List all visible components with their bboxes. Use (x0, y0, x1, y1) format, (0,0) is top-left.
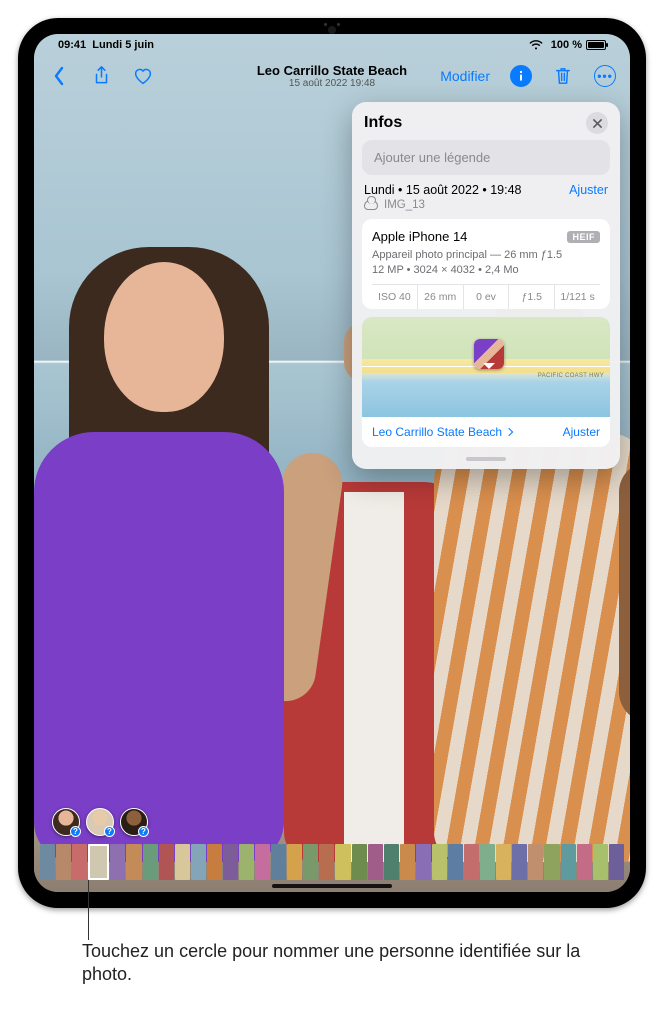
resolution-line: 12 MP • 3024 × 4032 • 2,4 Mo (372, 263, 600, 278)
thumbnail[interactable] (271, 844, 286, 880)
thumbnail[interactable] (126, 844, 141, 880)
photo-datetime-subtitle: 15 août 2022 19:48 (34, 78, 630, 89)
thumbnail[interactable] (368, 844, 383, 880)
thumbnail[interactable] (609, 844, 624, 880)
photo-location-title: Leo Carrillo State Beach (34, 63, 630, 78)
callout-text: Touchez un cercle pour nommer une person… (82, 940, 635, 987)
thumbnail[interactable] (496, 844, 511, 880)
thumbnail[interactable] (319, 844, 334, 880)
map-road-label: PACIFIC COAST HWY (538, 373, 604, 379)
back-button[interactable] (48, 65, 70, 87)
info-panel: Infos Ajouter une légende Lundi • 15 aoû… (352, 102, 620, 469)
favorite-button[interactable] (132, 65, 154, 87)
battery-icon (586, 40, 606, 50)
identified-people-row: ? ? ? (52, 808, 148, 836)
adjust-date-button[interactable]: Ajuster (569, 183, 608, 197)
thumbnail[interactable] (287, 844, 302, 880)
thumbnail[interactable] (400, 844, 415, 880)
cloud-icon (364, 200, 378, 210)
more-button[interactable]: ••• (594, 65, 616, 87)
exif-shutter: 1/121 s (555, 285, 600, 309)
thumbnail-strip[interactable] (34, 844, 630, 880)
edit-button[interactable]: Modifier (440, 68, 490, 84)
status-date: Lundi 5 juin (92, 39, 154, 51)
caption-field[interactable]: Ajouter une légende (362, 140, 610, 175)
person-circle[interactable]: ? (52, 808, 80, 836)
thumbnail[interactable] (384, 844, 399, 880)
exif-aperture: ƒ1.5 (509, 285, 555, 309)
exif-focal: 26 mm (418, 285, 464, 309)
info-panel-close-button[interactable] (586, 112, 608, 134)
name-badge-icon: ? (104, 826, 115, 837)
thumbnail[interactable] (223, 844, 238, 880)
camera-model: Apple iPhone 14 (372, 229, 467, 244)
exif-ev: 0 ev (464, 285, 510, 309)
thumbnail[interactable] (159, 844, 174, 880)
thumbnail[interactable] (88, 844, 109, 880)
photo-date-line: Lundi • 15 août 2022 • 19:48 (364, 183, 522, 197)
info-panel-title: Infos (364, 114, 402, 132)
thumbnail[interactable] (577, 844, 592, 880)
thumbnail[interactable] (72, 844, 87, 880)
thumbnail[interactable] (40, 844, 55, 880)
thumbnail[interactable] (239, 844, 254, 880)
thumbnail[interactable] (110, 844, 125, 880)
exif-iso: ISO 40 (372, 285, 418, 309)
photo-filename: IMG_13 (384, 199, 425, 211)
adjust-location-button[interactable]: Ajuster (563, 425, 600, 439)
thumbnail[interactable] (56, 844, 71, 880)
battery-percent: 100 % (551, 39, 582, 51)
exif-row: ISO 40 26 mm 0 ev ƒ1.5 1/121 s (372, 284, 600, 309)
photo-title-block: Leo Carrillo State Beach 15 août 2022 19… (34, 63, 630, 89)
person-circle[interactable]: ? (120, 808, 148, 836)
thumbnail[interactable] (191, 844, 206, 880)
thumbnail[interactable] (352, 844, 367, 880)
share-button[interactable] (90, 65, 112, 87)
thumbnail[interactable] (335, 844, 350, 880)
info-button[interactable] (510, 65, 532, 87)
thumbnail[interactable] (448, 844, 463, 880)
thumbnail[interactable] (207, 844, 222, 880)
name-badge-icon: ? (70, 826, 81, 837)
format-badge: HEIF (567, 231, 600, 243)
thumbnail[interactable] (432, 844, 447, 880)
status-time: 09:41 (58, 39, 86, 51)
map-pin[interactable] (474, 339, 504, 369)
camera-info-card: Apple iPhone 14 HEIF Appareil photo prin… (362, 219, 610, 309)
thumbnail[interactable] (175, 844, 190, 880)
delete-button[interactable] (552, 65, 574, 87)
home-indicator[interactable] (272, 884, 392, 888)
thumbnail[interactable] (593, 844, 608, 880)
chevron-right-icon (505, 427, 513, 435)
status-bar: 09:41 Lundi 5 juin 100 % (34, 34, 630, 56)
thumbnail[interactable] (303, 844, 318, 880)
thumbnail[interactable] (480, 844, 495, 880)
thumbnail[interactable] (255, 844, 270, 880)
thumbnail[interactable] (561, 844, 576, 880)
thumbnail[interactable] (464, 844, 479, 880)
thumbnail[interactable] (512, 844, 527, 880)
thumbnail[interactable] (528, 844, 543, 880)
lens-line: Appareil photo principal — 26 mm ƒ1.5 (372, 248, 600, 263)
thumbnail[interactable] (416, 844, 431, 880)
photo-toolbar: Leo Carrillo State Beach 15 août 2022 19… (34, 56, 630, 96)
location-map[interactable]: PACIFIC COAST HWY (362, 317, 610, 417)
thumbnail[interactable] (544, 844, 559, 880)
panel-handle[interactable] (466, 457, 506, 461)
location-name-button[interactable]: Leo Carrillo State Beach (372, 425, 512, 439)
thumbnail[interactable] (143, 844, 158, 880)
person-circle[interactable]: ? (86, 808, 114, 836)
wifi-icon (525, 34, 547, 56)
name-badge-icon: ? (138, 826, 149, 837)
